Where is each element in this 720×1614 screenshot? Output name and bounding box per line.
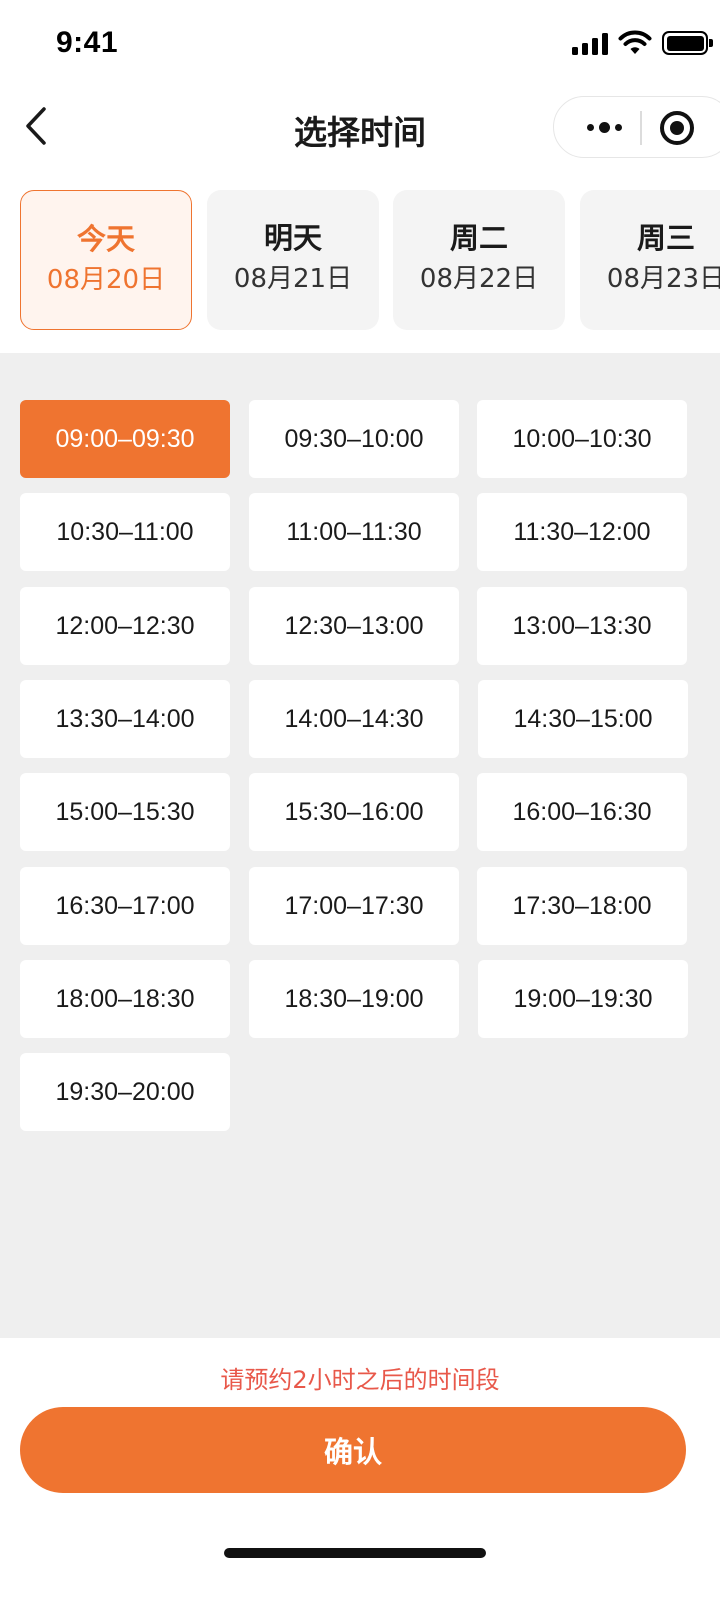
- time-slot[interactable]: 16:30–17:00: [20, 867, 230, 945]
- time-slot[interactable]: 15:30–16:00: [249, 773, 459, 851]
- time-slot[interactable]: 11:30–12:00: [477, 493, 687, 571]
- date-tab-date: 08月23日: [606, 264, 720, 294]
- more-dots-icon: [586, 123, 594, 131]
- time-slot[interactable]: 09:00–09:30: [20, 400, 230, 478]
- time-slot[interactable]: 14:30–15:00: [478, 680, 688, 758]
- battery-icon: [662, 31, 713, 55]
- footer: 请预约2小时之后的时间段 确认: [0, 1338, 720, 1614]
- date-tab-day: 今天: [76, 222, 135, 256]
- date-tab-date: 08月21日: [233, 264, 353, 294]
- date-tab-tomorrow[interactable]: 明天 08月21日: [207, 190, 379, 330]
- time-slot[interactable]: 16:00–16:30: [477, 773, 687, 851]
- time-slot[interactable]: 12:30–13:00: [249, 587, 459, 665]
- status-bar: 9:41: [0, 0, 720, 92]
- date-tab-date: 08月20日: [46, 265, 166, 295]
- time-slot[interactable]: 15:00–15:30: [20, 773, 230, 851]
- time-slot[interactable]: 10:00–10:30: [477, 400, 687, 478]
- time-slot[interactable]: 10:30–11:00: [20, 493, 230, 571]
- mini-program-capsule: [553, 96, 720, 158]
- date-tab-wednesday[interactable]: 周三 08月23日: [580, 190, 720, 330]
- date-tab-tuesday[interactable]: 周二 08月22日: [393, 190, 565, 330]
- time-slot[interactable]: 19:30–20:00: [20, 1053, 230, 1131]
- time-slot[interactable]: 17:00–17:30: [249, 867, 459, 945]
- time-slot[interactable]: 09:30–10:00: [249, 400, 459, 478]
- home-indicator: [224, 1548, 486, 1558]
- time-slot[interactable]: 13:00–13:30: [477, 587, 687, 665]
- signal-icon: [572, 31, 608, 55]
- time-slot-grid: 09:00–09:30 09:30–10:00 10:00–10:30 10:3…: [0, 353, 720, 1338]
- nav-bar: 选择时间: [0, 92, 720, 160]
- more-button[interactable]: [574, 97, 634, 157]
- time-slot[interactable]: 18:00–18:30: [20, 960, 230, 1038]
- close-button[interactable]: [658, 109, 696, 147]
- time-slot[interactable]: 18:30–19:00: [249, 960, 459, 1038]
- date-tab-day: 周二: [449, 221, 508, 255]
- confirm-button[interactable]: 确认: [20, 1407, 686, 1493]
- booking-hint: 请预约2小时之后的时间段: [220, 1366, 500, 1394]
- wifi-icon: [618, 30, 652, 54]
- date-tab-day: 周三: [636, 221, 695, 255]
- time-slot[interactable]: 13:30–14:00: [20, 680, 230, 758]
- time-slot[interactable]: 11:00–11:30: [249, 493, 459, 571]
- capsule-divider: [640, 111, 642, 145]
- date-tabs: 今天 08月20日 明天 08月21日 周二 08月22日 周三 08月23日: [0, 190, 720, 332]
- time-slot[interactable]: 14:00–14:30: [249, 680, 459, 758]
- date-tab-day: 明天: [263, 221, 322, 255]
- date-tab-date: 08月22日: [419, 264, 539, 294]
- time-slot[interactable]: 12:00–12:30: [20, 587, 230, 665]
- time-picker-page: 9:41 选择时间 今天 08月20日 明天 08月21日 周二 08月22日 …: [0, 0, 720, 1614]
- date-tab-today[interactable]: 今天 08月20日: [20, 190, 192, 330]
- time-slot[interactable]: 17:30–18:00: [477, 867, 687, 945]
- status-time: 9:41: [56, 26, 119, 59]
- status-icons: [572, 28, 713, 58]
- time-slot[interactable]: 19:00–19:30: [478, 960, 688, 1038]
